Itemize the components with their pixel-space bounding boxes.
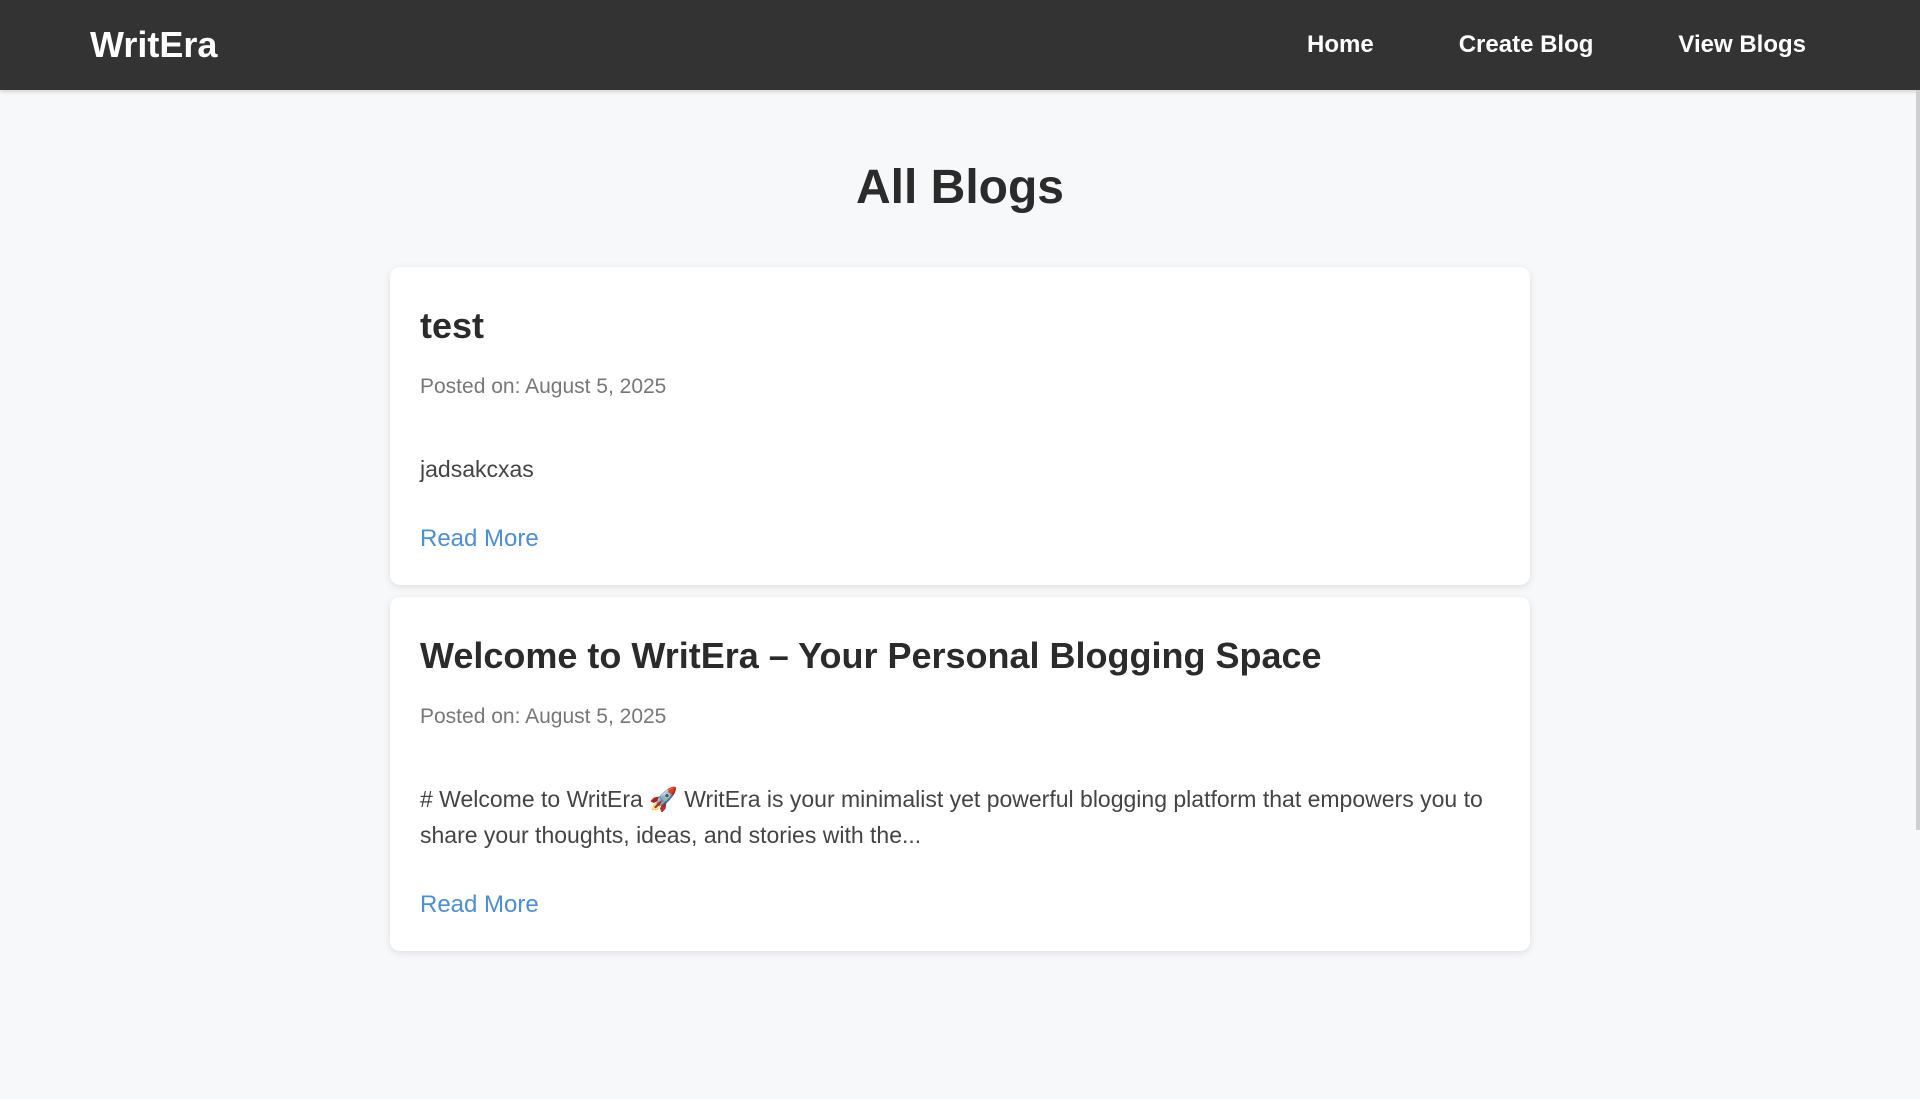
nav-create-blog-link[interactable]: Create Blog (1459, 31, 1594, 59)
blog-date: Posted on: August 5, 2025 (420, 705, 667, 728)
blog-card: Welcome to WritEra – Your Personal Blogg… (390, 597, 1530, 951)
read-more-link[interactable]: Read More (420, 891, 539, 918)
blog-excerpt: # Welcome to WritEra 🚀 WritEra is your m… (420, 786, 1483, 848)
blog-excerpt: jadsakcxas (420, 456, 534, 482)
page-scrollbar[interactable] (1916, 90, 1920, 830)
blog-card: test Posted on: August 5, 2025 jadsakcxa… (390, 267, 1530, 585)
nav-view-blogs-link[interactable]: View Blogs (1678, 31, 1806, 59)
blog-list: test Posted on: August 5, 2025 jadsakcxa… (390, 267, 1530, 951)
read-more-link[interactable]: Read More (420, 525, 539, 552)
brand-logo-link[interactable]: WritEra (90, 24, 217, 66)
page-title: All Blogs (855, 161, 1064, 214)
blog-title: test (420, 305, 485, 346)
blog-title: Welcome to WritEra – Your Personal Blogg… (420, 635, 1322, 676)
nav-links: Home Create Blog View Blogs (1307, 31, 1806, 59)
nav-home-link[interactable]: Home (1307, 31, 1374, 59)
top-navbar: WritEra Home Create Blog View Blogs (0, 0, 1920, 90)
blog-date: Posted on: August 5, 2025 (420, 375, 667, 398)
